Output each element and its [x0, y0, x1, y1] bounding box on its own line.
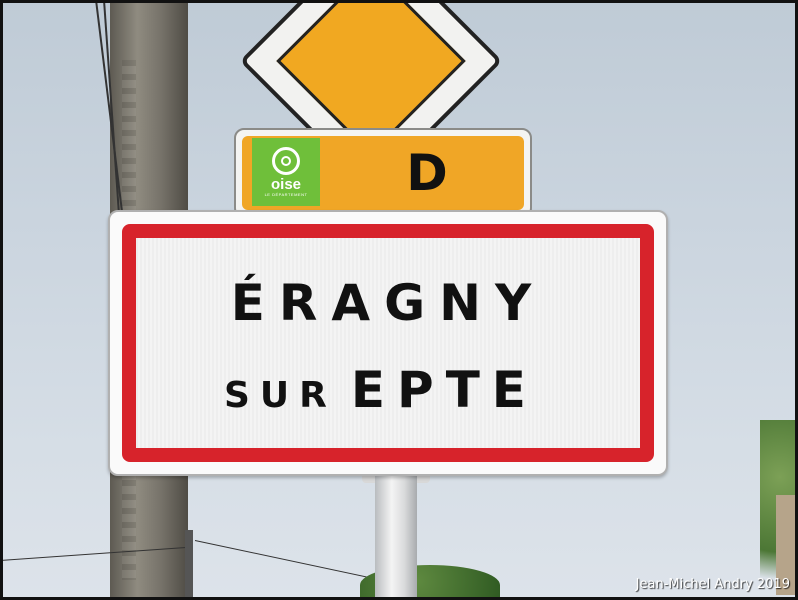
town-name-line1: ÉRAGNY — [230, 274, 546, 332]
town-name-line2: SUR EPTE — [224, 360, 538, 432]
oise-logo-name: oise — [270, 176, 301, 193]
oise-emblem-icon — [272, 147, 300, 175]
oise-department-logo: oise LE DÉPARTEMENT — [252, 138, 320, 206]
town-name-sur: SUR — [224, 375, 337, 416]
sign-post — [375, 468, 417, 600]
road-number-plate: oise LE DÉPARTEMENT D 915 — [234, 128, 532, 218]
town-name-epte: EPTE — [350, 361, 538, 419]
oise-logo-subtitle: LE DÉPARTEMENT — [264, 192, 308, 197]
distant-pole — [185, 530, 193, 600]
photo-credit: Jean-Michel Andry 2019 — [635, 577, 790, 592]
road-number: D 915 — [371, 144, 483, 210]
town-entrance-sign: ÉRAGNY SUR EPTE — [108, 210, 668, 476]
photo-scene: oise LE DÉPARTEMENT D 915 ÉRAGNY SUR EPTE… — [0, 0, 798, 600]
town-sign-red-border: ÉRAGNY SUR EPTE — [122, 224, 654, 462]
overhead-wire — [194, 540, 391, 583]
road-number-plate-face: oise LE DÉPARTEMENT D 915 — [242, 136, 524, 210]
